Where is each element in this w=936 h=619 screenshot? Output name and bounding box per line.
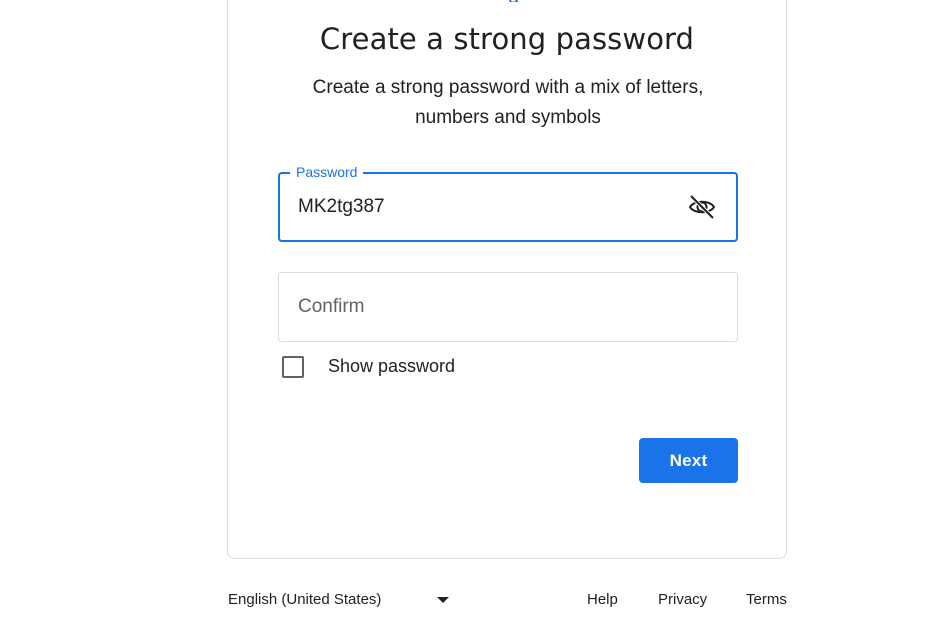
password-input[interactable] <box>298 196 658 218</box>
confirm-input[interactable] <box>298 296 658 318</box>
password-field[interactable]: Password <box>278 162 738 242</box>
privacy-link[interactable]: Privacy <box>658 591 707 608</box>
language-label: English (United States) <box>228 591 382 608</box>
terms-link[interactable]: Terms <box>746 591 787 608</box>
show-password-label[interactable]: Show password <box>328 356 455 377</box>
language-selector[interactable]: English (United States) <box>228 590 458 612</box>
page-title: Create a strong password <box>319 22 695 56</box>
show-password-checkbox[interactable] <box>282 356 304 378</box>
confirm-field[interactable] <box>278 272 738 342</box>
next-button[interactable]: Next <box>639 438 738 483</box>
help-link[interactable]: Help <box>587 591 618 608</box>
page-subtitle: Create a strong password with a mix of l… <box>312 77 704 128</box>
eye-off-icon[interactable] <box>686 191 718 223</box>
chevron-down-icon <box>437 597 449 603</box>
password-field-label: Password <box>290 162 364 182</box>
logo-fragment: g <box>508 0 530 2</box>
